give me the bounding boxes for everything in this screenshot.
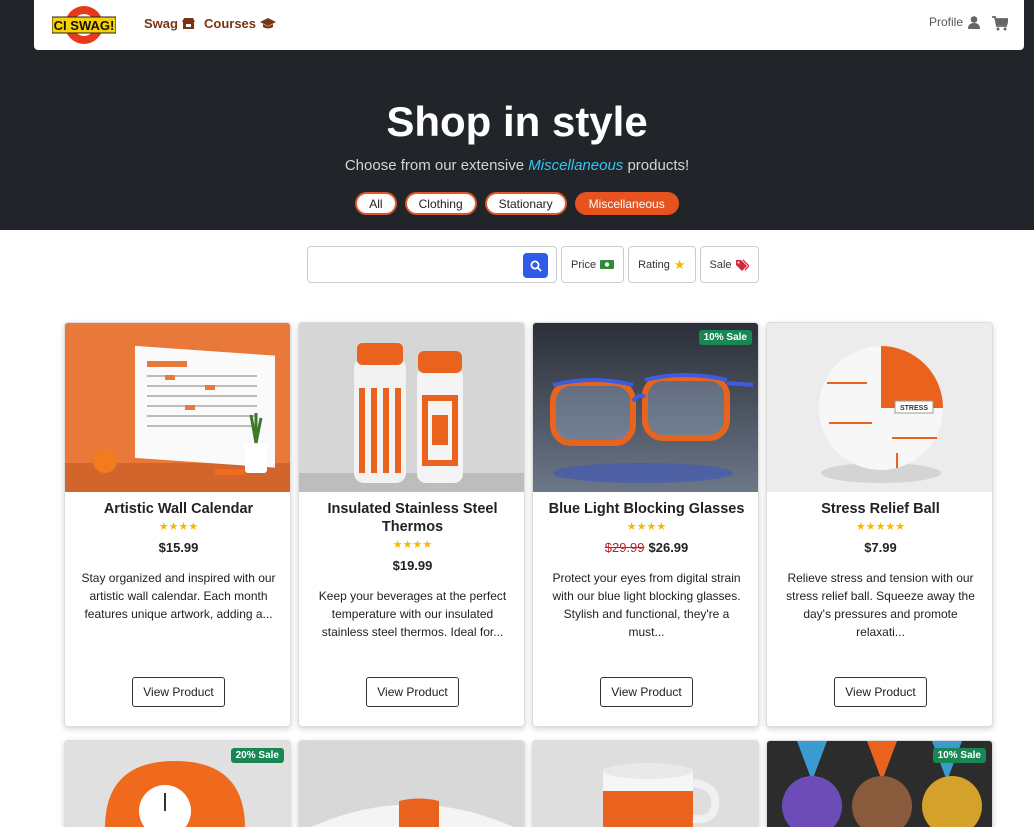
view-product-button[interactable]: View Product <box>132 677 225 707</box>
product-price: $7.99 <box>767 540 992 555</box>
cart-icon[interactable] <box>992 16 1008 31</box>
product-image-mug[interactable] <box>533 741 759 827</box>
product-price-value: $15.99 <box>158 540 199 555</box>
nav-swag-label: Swag <box>144 16 178 31</box>
product-card[interactable] <box>298 740 525 827</box>
pill-stationary[interactable]: Stationary <box>484 192 567 215</box>
product-card[interactable]: Insulated Stainless Steel Thermos ★★★★ $… <box>298 322 525 727</box>
sale-badge: 20% Sale <box>230 748 284 763</box>
pill-all[interactable]: All <box>355 192 397 215</box>
subtitle-prefix: Choose from our extensive <box>344 157 529 174</box>
product-title[interactable]: Artistic Wall Calendar <box>73 500 284 518</box>
tags-icon <box>735 259 749 271</box>
filter-bar: Price Rating ★ Sale <box>307 246 759 283</box>
product-card[interactable]: 10% Sale <box>766 740 993 827</box>
navbar: CI SWAG! Swag Courses Profile <box>34 0 1024 50</box>
logo[interactable]: CI SWAG! <box>52 4 116 46</box>
rating-stars: ★★★★★ <box>855 521 906 533</box>
product-price-value: $26.99 <box>648 540 689 555</box>
product-card[interactable]: Artistic Wall Calendar ★★★★ $15.99 Stay … <box>64 322 291 727</box>
product-price: $15.99 <box>65 540 290 555</box>
star-icon: ★ <box>673 256 686 272</box>
product-description: Relieve stress and tension with our stre… <box>786 571 975 639</box>
search-button[interactable] <box>523 253 548 278</box>
nav-profile[interactable]: Profile <box>929 15 981 29</box>
product-price: $19.99 <box>299 558 524 573</box>
logo-text: CI SWAG! <box>54 18 115 33</box>
rating-filter-button[interactable]: Rating ★ <box>628 246 696 283</box>
rating-stars: ★★★★ <box>158 521 199 533</box>
view-product-button[interactable]: View Product <box>600 677 693 707</box>
search-icon <box>530 260 542 272</box>
nav-courses-label: Courses <box>204 16 257 31</box>
price-filter-label: Price <box>571 258 597 271</box>
original-price: $29.99 <box>604 540 645 555</box>
product-description: Protect your eyes from digital strain wi… <box>552 571 741 639</box>
product-title[interactable]: Blue Light Blocking Glasses <box>541 500 752 518</box>
sale-badge: 10% Sale <box>698 330 752 345</box>
store-icon <box>181 17 195 29</box>
product-title[interactable]: Insulated Stainless Steel Thermos <box>307 500 518 536</box>
svg-text:STRESS: STRESS <box>900 405 928 412</box>
product-image-pillow[interactable] <box>299 741 525 827</box>
product-card[interactable] <box>532 740 759 827</box>
pill-miscellaneous[interactable]: Miscellaneous <box>574 192 679 215</box>
hero-banner: CI SWAG! Swag Courses Profile Shop in st… <box>0 0 1034 230</box>
rating-filter-label: Rating <box>638 258 670 271</box>
pill-clothing[interactable]: Clothing <box>404 192 477 215</box>
subtitle-suffix: products! <box>623 157 690 174</box>
sale-badge: 10% Sale <box>932 748 986 763</box>
sale-filter-label: Sale <box>709 258 732 271</box>
product-price-value: $7.99 <box>864 540 897 555</box>
product-image-calendar[interactable] <box>65 323 291 492</box>
graduation-cap-icon <box>260 17 277 28</box>
product-card[interactable]: 10% Sale Blue Light Blocking Glasses ★★★… <box>532 322 759 727</box>
rating-stars: ★★★★ <box>626 521 667 533</box>
page-title: Shop in style <box>386 98 648 145</box>
category-pills: All Clothing Stationary Miscellaneous <box>0 192 1034 215</box>
hero-subtitle: Choose from our extensive Miscellaneous … <box>0 157 1034 174</box>
nav-courses[interactable]: Courses <box>204 16 277 31</box>
product-image-stress-ball[interactable]: STRESS <box>767 323 993 492</box>
product-description: Keep your beverages at the perfect tempe… <box>318 589 507 639</box>
user-icon <box>968 15 981 29</box>
nav-swag[interactable]: Swag <box>144 16 195 31</box>
search-input[interactable] <box>307 246 557 283</box>
product-description: Stay organized and inspired with our art… <box>81 571 276 621</box>
nav-profile-label: Profile <box>929 15 964 29</box>
view-product-button[interactable]: View Product <box>366 677 459 707</box>
sale-filter-button[interactable]: Sale <box>699 246 759 283</box>
product-title[interactable]: Stress Relief Ball <box>775 500 986 518</box>
product-card[interactable]: STRESS Stress Relief Ball ★★★★★ $7.99 Re… <box>766 322 993 727</box>
rating-stars: ★★★★ <box>392 539 433 551</box>
product-price: $29.99 $26.99 <box>533 540 758 555</box>
product-image-thermos[interactable] <box>299 323 525 492</box>
money-icon <box>600 260 615 269</box>
product-card[interactable]: 20% Sale <box>64 740 291 827</box>
product-price-value: $19.99 <box>392 558 433 573</box>
subtitle-category: Miscellaneous <box>528 157 624 174</box>
product-image-glasses[interactable] <box>533 323 759 492</box>
price-filter-button[interactable]: Price <box>561 246 625 283</box>
view-product-button[interactable]: View Product <box>834 677 927 707</box>
